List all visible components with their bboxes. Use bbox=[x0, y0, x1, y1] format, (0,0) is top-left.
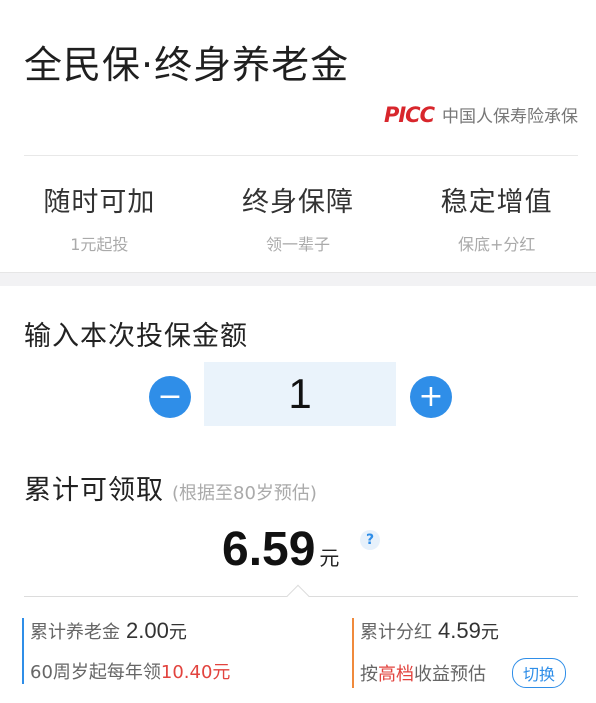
help-icon[interactable]: ? bbox=[360, 530, 380, 550]
annual-row: 60周岁起每年领 10.40元 bbox=[30, 658, 230, 684]
feature-item-growth: 稳定增值 保底+分红 bbox=[397, 180, 596, 255]
divider bbox=[24, 155, 578, 156]
underwriter-text: 中国人保寿险承保 bbox=[442, 107, 578, 127]
plus-icon: + bbox=[418, 379, 444, 414]
feature-subtitle: 1元起投 bbox=[70, 235, 129, 254]
estimate-tier: 高档 bbox=[378, 664, 414, 685]
pension-row: 累计养老金 2.00 元 bbox=[30, 618, 230, 644]
minus-icon: − bbox=[157, 379, 183, 414]
summary-unit: 元 bbox=[319, 546, 340, 570]
dividend-value: 4.59 bbox=[438, 618, 481, 643]
feature-item-lifetime: 终身保障 领一辈子 bbox=[199, 180, 398, 255]
feature-title: 终身保障 bbox=[242, 187, 354, 218]
summary-title: 累计可领取 bbox=[24, 475, 164, 506]
dividend-label: 累计分红 bbox=[360, 622, 432, 643]
underwriter-info: PICC 中国人保寿险承保 bbox=[383, 102, 578, 128]
summary-value: 6.59 元 bbox=[222, 522, 339, 577]
switch-button[interactable]: 切换 bbox=[512, 658, 567, 688]
annual-prefix: 60周岁起每年领 bbox=[30, 662, 161, 683]
pointer-triangle bbox=[286, 584, 310, 608]
pension-details: 累计养老金 2.00 元 60周岁起每年领 10.40元 bbox=[22, 618, 230, 684]
product-header-card: 全民保·终身养老金 PICC 中国人保寿险承保 随时可加 1元起投 终身保障 领… bbox=[0, 0, 596, 272]
dividend-unit: 元 bbox=[480, 622, 499, 643]
estimate-suffix: 收益预估 bbox=[414, 664, 486, 685]
feature-title: 随时可加 bbox=[43, 187, 156, 218]
amount-field[interactable] bbox=[204, 362, 396, 426]
pension-value: 2.00 bbox=[126, 618, 169, 643]
amount-label: 输入本次投保金额 bbox=[24, 321, 248, 352]
pension-unit: 元 bbox=[168, 622, 187, 643]
feature-subtitle: 保底+分红 bbox=[457, 235, 536, 254]
summary-note: (根据至80岁预估) bbox=[172, 483, 317, 504]
dividend-row: 累计分红 4.59 元 bbox=[360, 618, 566, 644]
feature-list: 随时可加 1元起投 终身保障 领一辈子 稳定增值 保底+分红 bbox=[0, 180, 596, 255]
product-title: 全民保·终身养老金 bbox=[24, 43, 350, 87]
decrease-amount-button[interactable]: − bbox=[149, 376, 191, 418]
section-gap bbox=[0, 272, 596, 286]
dividend-details: 累计分红 4.59 元 按 高档 收益预估 切换 bbox=[352, 618, 567, 688]
pension-label: 累计养老金 bbox=[30, 622, 120, 643]
summary-label-row: 累计可领取 (根据至80岁预估) bbox=[24, 468, 317, 507]
annual-value: 10.40元 bbox=[160, 662, 231, 683]
estimate-prefix: 按 bbox=[360, 664, 378, 685]
feature-item-flexible: 随时可加 1元起投 bbox=[0, 180, 199, 255]
increase-amount-button[interactable]: + bbox=[410, 376, 452, 418]
picc-logo: PICC bbox=[383, 102, 435, 127]
summary-number: 6.59 bbox=[222, 523, 316, 576]
estimate-row: 按 高档 收益预估 切换 bbox=[360, 658, 567, 688]
feature-title: 稳定增值 bbox=[440, 187, 553, 218]
feature-subtitle: 领一辈子 bbox=[266, 235, 331, 254]
amount-input[interactable] bbox=[204, 362, 396, 426]
